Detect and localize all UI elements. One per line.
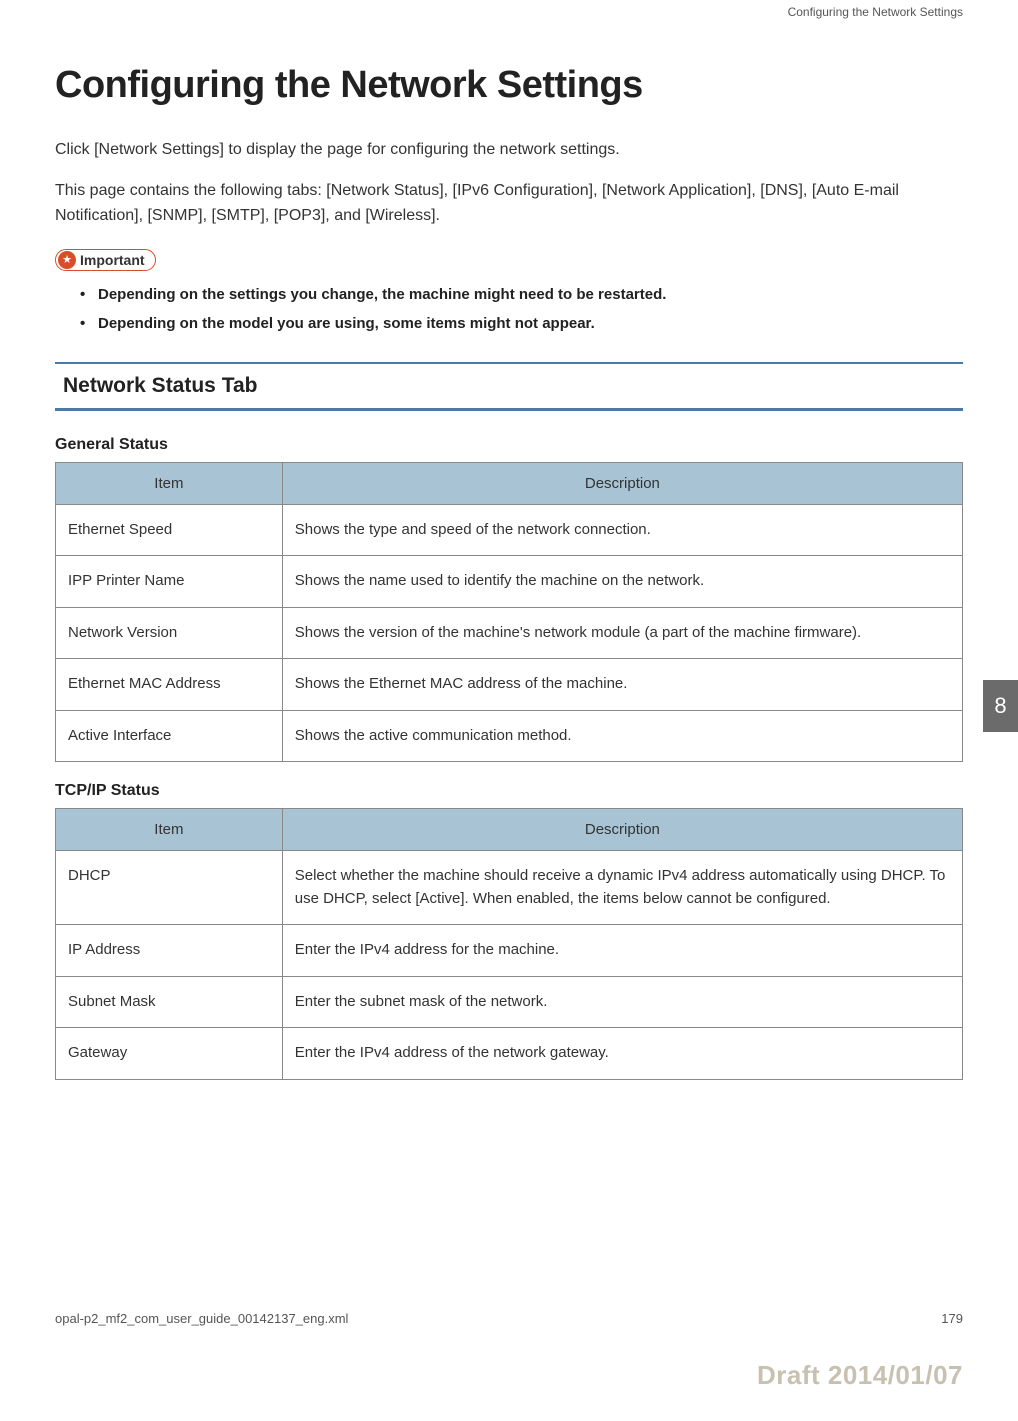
- table-row: Active Interface Shows the active commun…: [56, 710, 963, 762]
- draft-watermark: Draft 2014/01/07: [757, 1360, 963, 1391]
- running-header: Configuring the Network Settings: [0, 0, 1018, 19]
- intro-paragraph-2: This page contains the following tabs: […: [55, 178, 963, 229]
- table-cell-item: Subnet Mask: [56, 976, 283, 1028]
- table-title-tcpip-status: TCP/IP Status: [55, 782, 963, 800]
- table-cell-item: DHCP: [56, 851, 283, 925]
- table-row: Ethernet MAC Address Shows the Ethernet …: [56, 659, 963, 711]
- table-cell-description: Shows the Ethernet MAC address of the ma…: [282, 659, 962, 711]
- page-footer: opal-p2_mf2_com_user_guide_00142137_eng.…: [0, 1311, 1018, 1326]
- table-header-description: Description: [282, 809, 962, 851]
- footer-page-number: 179: [941, 1311, 963, 1326]
- table-header-item: Item: [56, 809, 283, 851]
- table-cell-description: Shows the active communication method.: [282, 710, 962, 762]
- list-item: Depending on the settings you change, th…: [80, 286, 963, 303]
- table-cell-description: Shows the type and speed of the network …: [282, 504, 962, 556]
- page-content: Configuring the Network Settings Click […: [0, 19, 1018, 1080]
- table-cell-item: Ethernet MAC Address: [56, 659, 283, 711]
- tcpip-status-table: Item Description DHCP Select whether the…: [55, 808, 963, 1080]
- table-cell-item: Ethernet Speed: [56, 504, 283, 556]
- table-cell-item: Active Interface: [56, 710, 283, 762]
- important-callout: ★ Important: [55, 249, 156, 271]
- table-cell-description: Enter the IPv4 address for the machine.: [282, 925, 962, 977]
- table-row: Gateway Enter the IPv4 address of the ne…: [56, 1028, 963, 1080]
- footer-filename: opal-p2_mf2_com_user_guide_00142137_eng.…: [55, 1311, 348, 1326]
- table-cell-description: Enter the subnet mask of the network.: [282, 976, 962, 1028]
- table-cell-item: IP Address: [56, 925, 283, 977]
- table-row: Ethernet Speed Shows the type and speed …: [56, 504, 963, 556]
- table-title-general-status: General Status: [55, 436, 963, 454]
- page-title: Configuring the Network Settings: [55, 64, 963, 107]
- table-header-description: Description: [282, 462, 962, 504]
- list-item: Depending on the model you are using, so…: [80, 315, 963, 332]
- table-header-item: Item: [56, 462, 283, 504]
- table-row: IP Address Enter the IPv4 address for th…: [56, 925, 963, 977]
- table-cell-item: Gateway: [56, 1028, 283, 1080]
- star-icon: ★: [58, 251, 76, 269]
- important-notes-list: Depending on the settings you change, th…: [55, 286, 963, 332]
- section-header: Network Status Tab: [55, 362, 963, 411]
- table-cell-description: Enter the IPv4 address of the network ga…: [282, 1028, 962, 1080]
- intro-paragraph-1: Click [Network Settings] to display the …: [55, 137, 963, 163]
- table-cell-description: Shows the name used to identify the mach…: [282, 556, 962, 608]
- important-label: Important: [80, 252, 145, 268]
- general-status-table: Item Description Ethernet Speed Shows th…: [55, 462, 963, 763]
- table-row: Network Version Shows the version of the…: [56, 607, 963, 659]
- table-row: IPP Printer Name Shows the name used to …: [56, 556, 963, 608]
- table-row: DHCP Select whether the machine should r…: [56, 851, 963, 925]
- table-row: Subnet Mask Enter the subnet mask of the…: [56, 976, 963, 1028]
- table-cell-item: IPP Printer Name: [56, 556, 283, 608]
- chapter-tab: 8: [983, 680, 1018, 732]
- table-cell-description: Shows the version of the machine's netwo…: [282, 607, 962, 659]
- table-cell-item: Network Version: [56, 607, 283, 659]
- table-cell-description: Select whether the machine should receiv…: [282, 851, 962, 925]
- section-title: Network Status Tab: [63, 374, 955, 398]
